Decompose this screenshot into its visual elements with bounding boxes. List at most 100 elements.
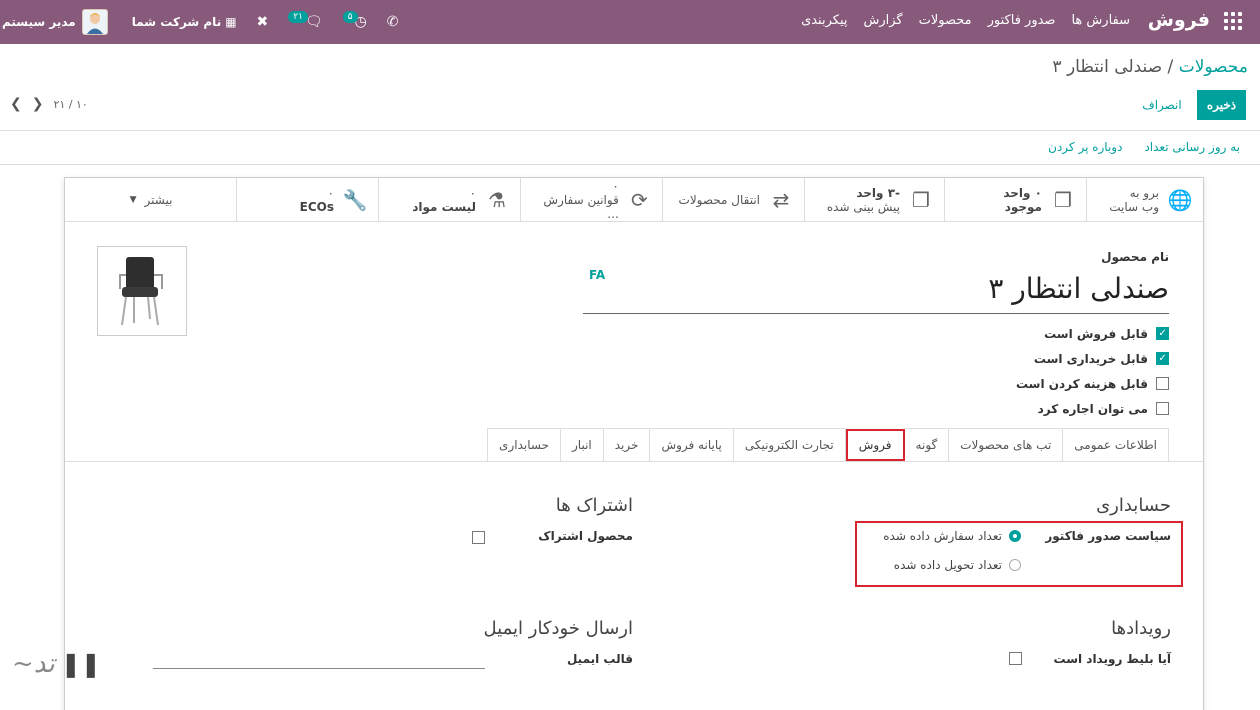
apps-menu-icon[interactable]	[1224, 12, 1242, 30]
discard-button[interactable]: انصراف	[1138, 90, 1186, 120]
smart-button-line2: موجود	[1004, 200, 1042, 214]
pager-value[interactable]: ۲۱ / ۱۰	[53, 98, 87, 111]
radio-ordered-quantities[interactable]: تعداد سفارش داده شده	[883, 529, 1021, 543]
smart-button-on-hand[interactable]: ❐ ۰ واحد موجود	[944, 178, 1086, 222]
tab-variants[interactable]: گونه	[904, 428, 950, 462]
app-brand[interactable]: فروش	[1148, 9, 1210, 31]
smart-button-bom[interactable]: ⚗ ۰ لیست مواد	[378, 178, 520, 222]
menu-configuration[interactable]: پیکربندی	[801, 13, 847, 28]
notebook-tabs: اطلاعات عمومی تب های محصولات گونه فروش ت…	[487, 428, 1169, 462]
check-sale-ok[interactable]: ✓ قابل فروش است	[1016, 321, 1169, 346]
check-can-be-expensed[interactable]: قابل هزینه کردن است	[1016, 371, 1169, 396]
main-menu: سفارش ها صدور فاکتور محصولات گزارش پیکرب…	[801, 13, 1130, 28]
divider	[65, 461, 1203, 462]
status-actions: به روز رسانی تعداد دوباره پر کردن	[1048, 140, 1240, 154]
watermark-logo: ~ﺗﺪ ❚❚	[12, 640, 166, 688]
checkbox-checked-icon[interactable]: ✓	[1156, 327, 1169, 340]
menu-reporting[interactable]: گزارش	[864, 13, 903, 28]
refresh-icon: ⟳	[631, 188, 648, 212]
chevron-right-icon[interactable]: ❯	[32, 96, 44, 112]
tab-product-tabs[interactable]: تب های محصولات	[949, 428, 1064, 462]
smart-button-more[interactable]: بیشتر ▼	[66, 178, 236, 222]
smart-button-line1: ۰	[469, 186, 476, 200]
breadcrumb-separator: /	[1162, 57, 1179, 77]
smart-button-line2: وب سایت	[1109, 200, 1159, 214]
wrench-icon: 🔧	[342, 188, 368, 212]
product-image[interactable]	[97, 246, 187, 336]
tab-purchase[interactable]: خرید	[603, 428, 651, 462]
smart-button-line1: برو به	[1129, 186, 1159, 200]
company-switcher[interactable]: نام شرکت شما ▦	[132, 15, 237, 29]
phone-icon[interactable]: ✆	[387, 14, 399, 30]
event-ticket-checkbox[interactable]	[1009, 652, 1022, 665]
pager: ❮ ❯ ۲۱ / ۱۰	[10, 96, 88, 112]
user-name: مدیر سیستم	[2, 15, 76, 29]
tab-ecommerce[interactable]: تجارت الکترونیکی	[733, 428, 846, 462]
product-name-input[interactable]: صندلی انتظار ۳	[583, 270, 1169, 314]
smart-button-website[interactable]: 🌐 برو به وب سایت	[1086, 178, 1203, 222]
activities-count: ۵	[342, 11, 358, 23]
divider	[0, 164, 1260, 165]
divider	[0, 130, 1260, 131]
tab-inventory[interactable]: انبار	[561, 428, 604, 462]
smart-button-line2: لیست مواد	[412, 200, 476, 214]
check-purchase-ok[interactable]: ✓ قابل خریداری است	[1016, 346, 1169, 371]
update-quantity-button[interactable]: به روز رسانی تعداد	[1144, 140, 1240, 154]
check-rent-ok[interactable]: می توان اجاره کرد	[1016, 396, 1169, 421]
tab-sales[interactable]: فروش	[845, 429, 905, 461]
cubes-icon: ❐	[912, 188, 930, 212]
avatar	[81, 9, 108, 35]
subscriptions-section-title: اشتراک ها	[555, 495, 633, 516]
radio-label: تعداد تحویل داده شده	[893, 558, 1002, 572]
menu-products[interactable]: محصولات	[919, 13, 972, 28]
smart-button-box: 🌐 برو به وب سایت ❐ ۰ واحد موجود ❐ -۳ واحد پ…	[65, 178, 1203, 222]
company-name: نام شرکت شما	[131, 15, 222, 29]
systray: مدیر سیستم نام شرکت شما ▦ ✖ ۲۱ 🗨 ۵ ◷ ✆	[0, 0, 399, 44]
menu-invoicing[interactable]: صدور فاکتور	[988, 13, 1056, 28]
watermark-bars-icon: ❚❚	[60, 650, 101, 678]
watermark-script: ~ﺗﺪ	[12, 649, 55, 679]
exchange-icon: ⇄	[772, 188, 790, 212]
auto-email-section-title: ارسال خودکار ایمیل	[483, 618, 633, 639]
building-icon: ▦	[225, 15, 237, 29]
caret-down-icon: ▼	[129, 195, 137, 205]
save-button[interactable]: ذخیره	[1197, 90, 1246, 120]
product-name-label: نام محصول	[1101, 250, 1169, 264]
smart-button-line2: پیش بینی شده	[826, 200, 900, 214]
tab-accounting[interactable]: حسابداری	[487, 428, 561, 462]
email-template-input[interactable]	[153, 668, 485, 669]
messages-count: ۲۱	[288, 11, 308, 23]
checkbox-icon[interactable]	[1156, 402, 1169, 415]
check-label: قابل هزینه کردن است	[1015, 376, 1148, 391]
radio-icon[interactable]	[1009, 559, 1021, 571]
breadcrumb-products[interactable]: محصولات	[1179, 57, 1248, 77]
smart-button-ecos[interactable]: 🔧 ۰ ECOs	[236, 178, 378, 222]
messages-menu[interactable]: ۲۱ 🗨	[288, 11, 323, 30]
form-sheet: 🌐 برو به وب سایت ❐ ۰ واحد موجود ❐ -۳ واحد پ…	[64, 177, 1204, 710]
debug-tools-icon[interactable]: ✖	[257, 14, 269, 30]
tab-general-info[interactable]: اطلاعات عمومی	[1063, 428, 1169, 462]
smart-button-reordering-rules[interactable]: ⟳ ۰ قوانین سفارش ...	[520, 178, 662, 222]
checkbox-checked-icon[interactable]: ✓	[1156, 352, 1169, 365]
radio-delivered-quantities[interactable]: تعداد تحویل داده شده	[894, 558, 1021, 572]
smart-button-line1: ۰ واحد	[1003, 186, 1042, 200]
smart-button-transfers[interactable]: ⇄ انتقال محصولات	[662, 178, 804, 222]
more-label: بیشتر	[144, 193, 173, 207]
check-label: می توان اجاره کرد	[1037, 401, 1148, 416]
replenish-button[interactable]: دوباره پر کردن	[1048, 140, 1122, 154]
radio-selected-icon[interactable]	[1009, 530, 1021, 542]
accounting-section-title: حسابداری	[1096, 495, 1171, 516]
smart-button-line2: ECOs	[299, 200, 334, 214]
breadcrumb-current: صندلی انتظار ۳	[1052, 57, 1163, 77]
user-menu[interactable]: مدیر سیستم	[2, 9, 108, 35]
smart-button-forecasted[interactable]: ❐ -۳ واحد پیش بینی شده	[804, 178, 944, 222]
subscription-product-checkbox[interactable]	[472, 531, 485, 544]
top-navbar: فروش سفارش ها صدور فاکتور محصولات گزارش …	[0, 0, 1260, 44]
activities-menu[interactable]: ۵ ◷	[342, 11, 367, 30]
tab-pos[interactable]: پایانه فروش	[650, 428, 734, 462]
chevron-left-icon[interactable]: ❮	[10, 96, 22, 112]
events-section-title: رویدادها	[1111, 618, 1171, 639]
menu-orders[interactable]: سفارش ها	[1071, 13, 1130, 28]
translate-button[interactable]: FA	[589, 268, 605, 282]
checkbox-icon[interactable]	[1156, 377, 1169, 390]
